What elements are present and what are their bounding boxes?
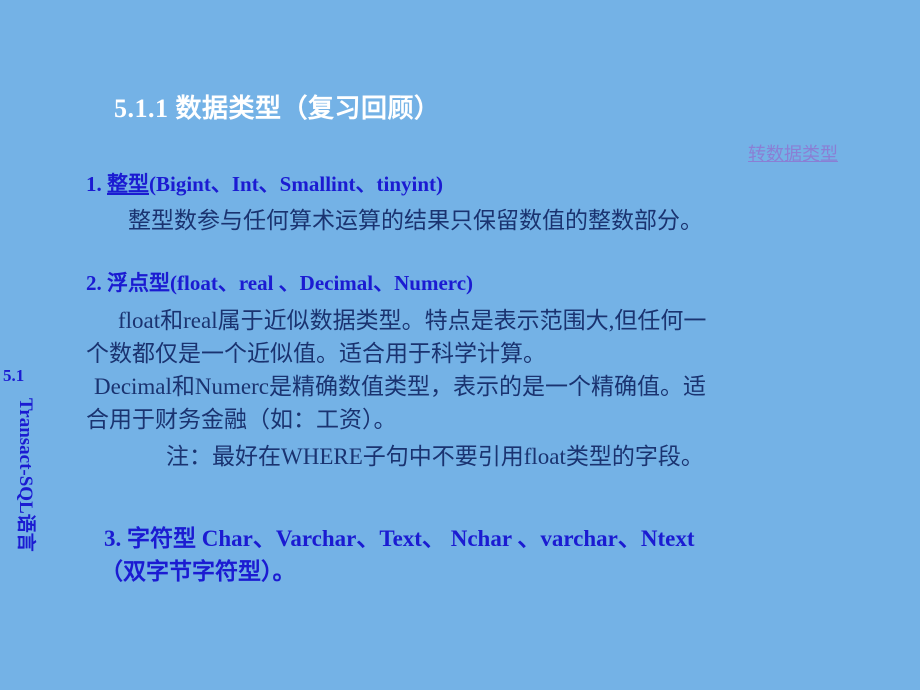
float-description-line-2: 个数都仅是一个近似值。适合用于科学计算。 bbox=[86, 341, 546, 366]
heading-integer-term: 整型 bbox=[107, 172, 149, 196]
heading-float-list: (float、real 、Decimal、Numerc) bbox=[170, 271, 474, 295]
float-note-line: 注：最好在WHERE子句中不要引用float类型的字段。 bbox=[166, 444, 704, 469]
page-title: 5.1.1 数据类型（复习回顾） bbox=[114, 94, 441, 123]
decimal-description-line-2: 合用于财务金融（如：工资）。 bbox=[86, 407, 397, 432]
slide-content: 5.1.1 数据类型（复习回顾） 转数据类型 1. 整型(Bigint、Int、… bbox=[0, 0, 920, 690]
heading-float-types: 2. 浮点型(float、real 、Decimal、Numerc) bbox=[86, 267, 473, 297]
float-description-line-1: float和real属于近似数据类型。特点是表示范围大,但任何一 bbox=[118, 308, 707, 333]
heading-float-term: 浮点型 bbox=[107, 271, 170, 295]
decimal-description-line-1: Decimal和Numerc是精确数值类型，表示的是一个精确值。适 bbox=[94, 374, 706, 399]
heading-char-types-line-1: 3. 字符型 Char、Varchar、Text、 Nchar 、varchar… bbox=[104, 526, 695, 551]
convert-data-type-link[interactable]: 转数据类型 bbox=[748, 140, 838, 166]
heading-integer-number: 1. bbox=[86, 172, 107, 196]
heading-integer-types: 1. 整型(Bigint、Int、Smallint、tinyint) bbox=[86, 168, 443, 198]
heading-integer-list: (Bigint、Int、Smallint、tinyint) bbox=[149, 172, 444, 196]
heading-char-types-line-2: （双字节字符型）。 bbox=[100, 559, 296, 584]
integer-description-line-1: 整型数参与任何算术运算的结果只保留数值的整数部分。 bbox=[128, 208, 703, 233]
slide-canvas: 5.1 Transact-SQL语言 5.1.1 数据类型（复习回顾） 转数据类… bbox=[0, 0, 920, 690]
heading-float-number: 2. bbox=[86, 271, 107, 295]
